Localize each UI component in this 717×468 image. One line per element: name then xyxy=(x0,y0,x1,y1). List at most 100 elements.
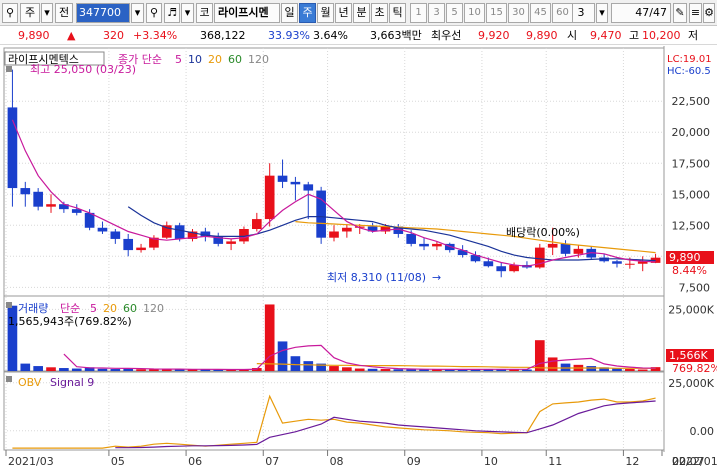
volume-bar xyxy=(560,363,571,371)
volume-bar xyxy=(367,368,378,371)
candle-body xyxy=(97,227,108,232)
x-tick-label: 08 xyxy=(330,455,344,468)
current-price-pct: 8.44% xyxy=(672,264,707,277)
candle-body xyxy=(573,248,584,254)
price-tick-label: 17,500 xyxy=(672,157,711,170)
volume-bar xyxy=(354,368,365,371)
price-tick-label: 20,000 xyxy=(672,126,711,139)
candle-body xyxy=(20,188,31,195)
obv-signal-label: Signal 9 xyxy=(50,376,94,389)
volume-bar xyxy=(534,340,545,371)
change-percent: +3.34% xyxy=(133,29,178,42)
search-icon[interactable]: ⚲ xyxy=(2,3,18,23)
volume-bar xyxy=(637,369,648,371)
interval-button-10[interactable]: 10 xyxy=(464,3,485,23)
candle-body xyxy=(252,219,262,230)
candle-body xyxy=(406,233,416,244)
period-button-5[interactable]: 초 xyxy=(371,3,388,23)
obv-title: OBV xyxy=(18,376,42,389)
x-tick-label: 09 xyxy=(407,455,421,468)
code-button[interactable]: 코 xyxy=(196,3,213,23)
tools-icon[interactable]: ✎ xyxy=(673,3,687,23)
candle-body xyxy=(174,225,185,239)
ma-period-5: 5 xyxy=(175,53,182,66)
volume-bar xyxy=(547,357,558,371)
x-tick-label: 07 xyxy=(265,455,279,468)
candle-body xyxy=(264,175,275,220)
interval-button-15[interactable]: 15 xyxy=(486,3,507,23)
x-tick-label: 12 xyxy=(625,455,639,468)
candle-body xyxy=(419,243,429,247)
best-ask: 9,920 xyxy=(478,29,510,42)
volume-ma-period-20: 20 xyxy=(103,302,117,315)
interval-button-30[interactable]: 30 xyxy=(508,3,529,23)
candle-body xyxy=(625,263,635,265)
price-tick-label: 12,500 xyxy=(672,219,711,232)
max-price-note: 최고 25,050 (03/23) xyxy=(30,63,136,76)
amount-value: 3,663백만 xyxy=(370,29,422,42)
hc-label: HC:-60.5 xyxy=(667,66,711,77)
speaker-dropdown-icon[interactable]: ▾ xyxy=(181,3,194,23)
ma-period-120: 120 xyxy=(248,53,269,66)
stock-code-input[interactable]: 347700 xyxy=(76,3,130,23)
settings-icon[interactable]: ≡ xyxy=(689,3,702,23)
period-button-2[interactable]: 월 xyxy=(317,3,334,23)
volume-ma-period-5: 5 xyxy=(90,302,97,315)
volume-bar xyxy=(380,369,391,371)
period-button-0[interactable]: 일 xyxy=(281,3,298,23)
period-button-1[interactable]: 주 xyxy=(299,3,316,23)
volume-current-text: 1,566K xyxy=(669,349,708,362)
period-button-4[interactable]: 분 xyxy=(353,3,370,23)
panel-menu-icon xyxy=(6,376,12,382)
best-bid-label: 최우선 xyxy=(431,29,462,42)
interval-button-5[interactable]: 5 xyxy=(446,3,463,23)
open-value: 9,470 xyxy=(590,29,622,42)
price-tick-label: 22,500 xyxy=(672,95,711,108)
stock-name-field[interactable]: 라이프시멘 xyxy=(214,3,280,23)
x-tick-label: 11 xyxy=(548,455,562,468)
volume-bar xyxy=(393,369,404,371)
low-label: 저 xyxy=(688,29,699,42)
candle-body xyxy=(483,261,494,267)
market-select[interactable]: 주 xyxy=(20,3,40,23)
x-tick-label: 02/07 xyxy=(672,455,704,468)
volume-ma-label: 단순 xyxy=(60,302,80,315)
interval-button-3[interactable]: 3 xyxy=(428,3,445,23)
candle-body xyxy=(290,181,301,185)
chevron-down-icon[interactable]: ▾ xyxy=(41,3,53,23)
right-arrow-icon: → xyxy=(432,271,441,284)
best-bid: 9,890 xyxy=(526,29,558,42)
toolbar: ⚲ 주 ▾ 전 347700 ▾ ⚲ ♬ ▾ 코 라이프시멘 3 ▾ 47/47… xyxy=(0,0,717,26)
speaker-icon[interactable]: ♬ xyxy=(164,3,180,23)
price-tick-label: 15,000 xyxy=(672,188,711,201)
volume-value: 368,122 xyxy=(200,29,246,42)
interval-dropdown-icon[interactable]: ▾ xyxy=(596,3,608,23)
change-value: 320 xyxy=(103,29,124,42)
volume-bar xyxy=(625,369,635,371)
volume-last-value: 1,565,943주(769.82%) xyxy=(8,315,132,328)
current-price: 9,890 xyxy=(18,29,50,42)
turnover-value: 3.64% xyxy=(313,29,348,42)
obv-tick-label: 25,000K xyxy=(668,377,714,390)
ma-period-10: 10 xyxy=(188,53,202,66)
code-dropdown-icon[interactable]: ▾ xyxy=(131,3,144,23)
prev-button[interactable]: 전 xyxy=(55,3,73,23)
interval-button-60[interactable]: 60 xyxy=(552,3,573,23)
volume-title: 거래량 xyxy=(18,302,48,315)
interval-button-45[interactable]: 45 xyxy=(530,3,551,23)
volume-bar xyxy=(290,356,301,371)
search-stock-icon[interactable]: ⚲ xyxy=(146,3,162,23)
candle-body xyxy=(342,227,352,232)
candle-body xyxy=(547,243,558,248)
volume-bar xyxy=(277,341,288,371)
price-tick-label: 7,500 xyxy=(679,281,711,294)
gear-icon[interactable]: ⚙ xyxy=(703,3,715,23)
interval-button-1[interactable]: 1 xyxy=(410,3,427,23)
candle-body xyxy=(33,191,43,207)
panel-menu-icon xyxy=(6,66,12,72)
period-button-6[interactable]: 틱 xyxy=(389,3,406,23)
volume-bar xyxy=(149,369,159,371)
candle-body xyxy=(277,175,288,182)
stock-chart[interactable]: 22,50020,00017,50015,00012,50010,0007,50… xyxy=(0,46,717,468)
period-button-3[interactable]: 년 xyxy=(335,3,352,23)
